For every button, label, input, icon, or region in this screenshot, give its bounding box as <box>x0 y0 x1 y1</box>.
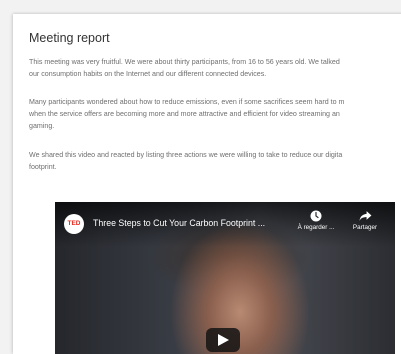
share-label: Partager <box>352 224 378 231</box>
paragraph-intro: This meeting was very fruitful. We were … <box>29 56 401 80</box>
paragraph-line: gaming. <box>29 122 55 130</box>
paragraph-line: This meeting was very fruitful. We were … <box>29 58 340 66</box>
paragraph-line: We shared this video and reacted by list… <box>29 151 343 159</box>
video-player[interactable]: TED Three Steps to Cut Your Carbon Footp… <box>55 202 395 354</box>
paragraph-line: Many participants wondered about how to … <box>29 98 345 106</box>
watch-later-label: À regarder ... <box>297 224 335 231</box>
play-button[interactable] <box>206 328 240 352</box>
paragraph-line: footprint. <box>29 163 57 171</box>
video-title[interactable]: Three Steps to Cut Your Carbon Footprint… <box>93 218 265 228</box>
share-button[interactable]: Partager <box>345 210 385 231</box>
paragraph-emissions: Many participants wondered about how to … <box>29 96 401 132</box>
watch-later-button[interactable]: À regarder ... <box>291 210 341 231</box>
page-title: Meeting report <box>29 31 110 45</box>
paragraph-line: when the service offers are becoming mor… <box>29 110 340 118</box>
clock-icon <box>310 210 322 222</box>
play-icon <box>218 334 229 346</box>
paragraph-video-intro: We shared this video and reacted by list… <box>29 149 401 173</box>
channel-logo[interactable]: TED <box>64 214 84 234</box>
paragraph-line: our consumption habits on the Internet a… <box>29 70 267 78</box>
share-arrow-icon <box>359 211 371 221</box>
page-content: Meeting report This meeting was very fru… <box>13 14 401 354</box>
